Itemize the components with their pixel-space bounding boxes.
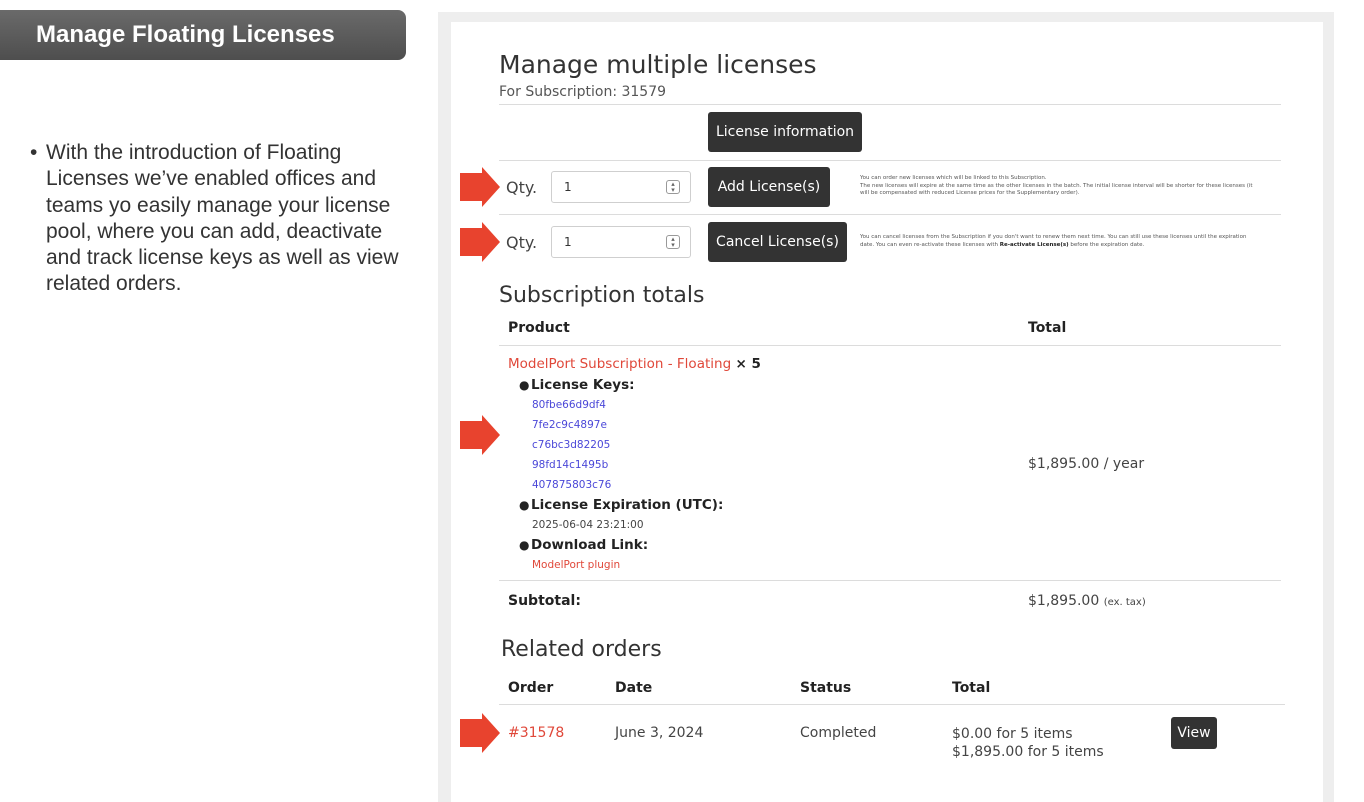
order-number-link[interactable]: #31578: [508, 725, 564, 741]
bullet-dot-icon: •: [30, 141, 38, 164]
cancel-licenses-button[interactable]: Cancel License(s): [708, 222, 847, 262]
license-keys-heading: ● License Keys:: [519, 377, 635, 393]
license-key[interactable]: 407875803c76: [519, 475, 819, 495]
divider: [499, 704, 1285, 705]
divider: [499, 580, 1281, 581]
column-header-order: Order: [508, 680, 554, 696]
bullet-icon: ●: [519, 378, 530, 392]
bullet-icon: ●: [519, 538, 530, 552]
subscription-line: For Subscription: 31579: [499, 84, 667, 100]
order-total: $0.00 for 5 items $1,895.00 for 5 items: [952, 726, 1104, 760]
column-header-product: Product: [508, 320, 570, 336]
line-total: $1,895.00 / year: [1028, 456, 1145, 472]
product-line: ModelPort Subscription - Floating × 5: [508, 356, 761, 372]
order-status: Completed: [800, 725, 877, 741]
subscription-totals-heading: Subscription totals: [499, 283, 705, 308]
note-line: The new licenses will expire at the same…: [860, 182, 1253, 189]
manage-heading: Manage multiple licenses: [499, 50, 817, 79]
arrow-right-icon: [460, 167, 500, 207]
license-expiration-value: 2025-06-04 23:21:00: [532, 519, 644, 531]
stepper-icon[interactable]: ▴ ▾: [666, 180, 680, 194]
download-link[interactable]: ModelPort plugin: [519, 555, 819, 575]
slide-title: Manage Floating Licenses: [0, 10, 406, 60]
license-key[interactable]: 98fd14c1495b: [519, 455, 819, 475]
arrow-right-icon: [460, 713, 500, 753]
arrow-right-icon: [460, 415, 500, 455]
slide-bullet-text: With the introduction of Floating Licens…: [46, 141, 399, 296]
bullet-icon: ●: [519, 498, 530, 512]
divider: [499, 160, 1281, 161]
order-date: June 3, 2024: [615, 725, 704, 741]
note-line: You can cancel licenses from the Subscri…: [860, 234, 1247, 240]
license-expiration-heading: ● License Expiration (UTC):: [519, 497, 724, 513]
cancel-qty-input[interactable]: 1 ▴ ▾: [551, 226, 691, 258]
arrow-right-icon: [460, 222, 500, 262]
column-header-status: Status: [800, 680, 852, 696]
download-link-heading: ● Download Link:: [519, 537, 649, 553]
divider: [499, 104, 1281, 105]
license-information-button[interactable]: License information: [708, 112, 862, 152]
cancel-qty-label: Qty.: [506, 233, 538, 252]
note-line: will be compensated with reduced License…: [860, 190, 1080, 196]
add-licenses-button[interactable]: Add License(s): [708, 167, 830, 207]
subtotal-value: $1,895.00 (ex. tax): [1028, 593, 1146, 609]
product-link[interactable]: ModelPort Subscription - Floating: [508, 356, 731, 372]
product-meta: ● License Keys: 80fbe66d9df4 7fe2c9c4897…: [519, 375, 819, 575]
license-key[interactable]: c76bc3d82205: [519, 435, 819, 455]
slide-bullet: • With the introduction of Floating Lice…: [30, 140, 410, 298]
stepper-icon[interactable]: ▴ ▾: [666, 235, 680, 249]
add-qty-value: 1: [564, 180, 572, 194]
related-orders-heading: Related orders: [501, 637, 662, 662]
column-header-total: Total: [952, 680, 991, 696]
cancel-qty-value: 1: [564, 235, 572, 249]
note-line: You can order new licenses which will be…: [860, 175, 1047, 181]
add-qty-input[interactable]: 1 ▴ ▾: [551, 171, 691, 203]
add-qty-label: Qty.: [506, 178, 538, 197]
add-licenses-note: You can order new licenses which will be…: [860, 175, 1280, 198]
column-header-date: Date: [615, 680, 653, 696]
note-line: date. You can even re-activate these lic…: [860, 241, 1145, 248]
cancel-licenses-note: You can cancel licenses from the Subscri…: [860, 234, 1280, 249]
license-key[interactable]: 80fbe66d9df4: [519, 395, 819, 415]
divider: [499, 345, 1281, 346]
view-order-button[interactable]: View: [1171, 717, 1217, 749]
license-key[interactable]: 7fe2c9c4897e: [519, 415, 819, 435]
divider: [499, 214, 1281, 215]
column-header-total: Total: [1028, 320, 1067, 336]
subtotal-label: Subtotal:: [508, 593, 581, 609]
product-quantity: × 5: [735, 356, 761, 372]
